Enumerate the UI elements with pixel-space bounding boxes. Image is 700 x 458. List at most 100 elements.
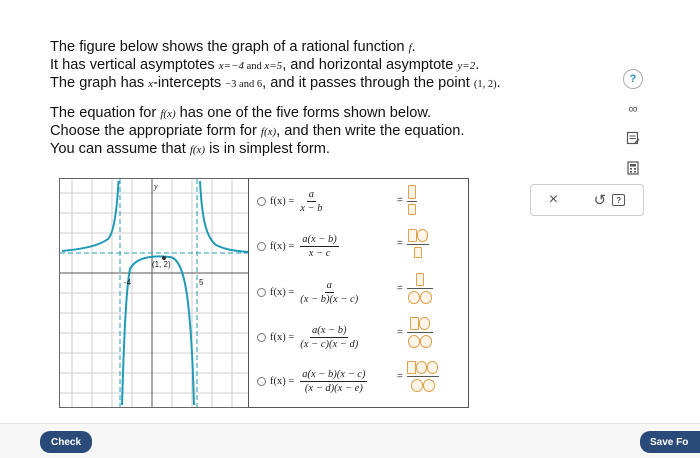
input-box[interactable] — [407, 361, 417, 374]
denominator: x − c — [308, 248, 331, 259]
option-4[interactable]: f(x) = a(x − b) (x − c)(x − d) — [257, 325, 358, 350]
option-2[interactable]: f(x) = a(x − b) x − c — [257, 234, 339, 259]
option-3[interactable]: f(x) = a (x − b)(x − c) — [257, 280, 358, 305]
question-line-5: Choose the appropriate form for f(x), an… — [50, 122, 464, 141]
numerator: a — [306, 189, 317, 202]
input-box[interactable] — [407, 185, 416, 199]
notepad-svg — [626, 131, 640, 145]
template-3[interactable]: = — [397, 273, 433, 304]
input-box[interactable] — [409, 317, 419, 330]
text: The graph has — [50, 75, 149, 91]
text: The equation for — [50, 105, 161, 121]
text: . — [475, 57, 480, 73]
check-button[interactable]: Check — [40, 431, 92, 453]
option-radio[interactable] — [257, 288, 266, 297]
denominator: (x − c)(x − d) — [300, 339, 359, 350]
notepad-icon[interactable] — [623, 128, 643, 148]
tick-label-neg4: -4 — [124, 278, 132, 287]
input-box[interactable] — [427, 361, 439, 374]
text: It has vertical asymptotes — [50, 57, 219, 73]
option-radio[interactable] — [257, 197, 266, 206]
text: , and horizontal asymptote — [282, 57, 458, 73]
text: -intercepts — [153, 75, 226, 91]
option-fraction: ax − b — [300, 189, 322, 214]
help-icon[interactable]: ? — [612, 194, 626, 206]
option-1[interactable]: f(x) = ax − b — [257, 189, 323, 214]
infinity-glyph: ∞ — [628, 100, 638, 116]
input-box[interactable] — [416, 361, 428, 374]
question-line-6: You can assume that f(x) is in simplest … — [50, 140, 330, 159]
math: x=5 — [264, 60, 283, 72]
input-box[interactable] — [410, 379, 423, 392]
option-radio[interactable] — [257, 377, 266, 386]
denominator: (x − d)(x − e) — [304, 383, 363, 394]
text: has one of the five forms shown below. — [175, 105, 432, 121]
question-line-2: It has vertical asymptotes x=−4 and x=5,… — [50, 56, 479, 76]
text: . — [496, 75, 501, 91]
option-lhs: f(x) = — [270, 287, 295, 298]
option-radio[interactable] — [257, 333, 266, 342]
text: You can assume that — [50, 141, 190, 157]
infinity-icon[interactable]: ∞ — [623, 98, 643, 118]
option-5[interactable]: f(x) = a(x − b)(x − c) (x − d)(x − e) — [257, 369, 368, 394]
tick-label-5: 5 — [199, 278, 204, 287]
denominator: x − b — [300, 203, 323, 214]
answer-toolbar: × ↺ ? — [530, 184, 644, 216]
input-box[interactable] — [407, 204, 416, 215]
question-icon[interactable]: ? — [623, 69, 643, 89]
input-box[interactable] — [419, 335, 432, 348]
text: . — [411, 39, 416, 55]
input-box[interactable] — [407, 335, 420, 348]
question-glyph: ? — [629, 73, 637, 85]
undo-icon[interactable]: ↺ — [594, 191, 607, 209]
question-card: The figure below shows the graph of a ra… — [0, 0, 700, 424]
calculator-icon[interactable] — [623, 158, 643, 178]
text: and — [243, 61, 265, 72]
template-2[interactable]: = — [397, 229, 429, 258]
grid — [60, 179, 248, 407]
curve-middle-branch — [121, 255, 195, 406]
option-lhs: f(x) = — [270, 332, 295, 343]
math: f(x) — [160, 108, 176, 120]
option-lhs: f(x) = — [270, 241, 295, 252]
input-box[interactable] — [419, 291, 432, 304]
option-fraction: a(x − b)(x − c) (x − d)(x − e) — [300, 369, 368, 394]
calculator-svg — [627, 161, 639, 175]
page: The figure below shows the graph of a ra… — [0, 0, 700, 458]
input-box[interactable] — [413, 247, 422, 258]
rational-function-graph: (1, 2) -4 5 y — [60, 179, 249, 407]
save-button[interactable]: Save Fo — [640, 431, 700, 453]
text: The figure below shows the graph of a ra… — [50, 39, 409, 55]
denominator: (x − b)(x − c) — [300, 294, 359, 305]
input-box[interactable] — [418, 317, 430, 330]
text: Choose the appropriate form for — [50, 123, 261, 139]
input-box[interactable] — [416, 229, 428, 242]
input-box[interactable] — [415, 273, 424, 286]
close-icon[interactable]: × — [549, 191, 558, 209]
math: y=2 — [457, 60, 476, 72]
input-box[interactable] — [422, 379, 435, 392]
math: (1, 2) — [473, 79, 497, 90]
template-5[interactable]: = — [397, 361, 439, 392]
text: is in simplest form. — [205, 141, 330, 157]
math: −3 and 6 — [225, 79, 263, 90]
question-line-3: The graph has x-intercepts −3 and 6, and… — [50, 74, 501, 94]
option-fraction: a (x − b)(x − c) — [300, 280, 358, 305]
question-line-4: The equation for f(x) has one of the fiv… — [50, 104, 431, 123]
input-box[interactable] — [407, 229, 417, 242]
math: f(x) — [260, 126, 277, 138]
option-lhs: f(x) = — [270, 376, 295, 387]
text: , and then write the equation. — [276, 123, 465, 139]
template-1[interactable]: = — [397, 185, 417, 215]
form-options-panel: f(x) = ax − b f(x) = a(x − b) x − c f(x) … — [248, 178, 469, 408]
numerator: a — [324, 280, 334, 293]
option-radio[interactable] — [257, 242, 266, 251]
y-axis-label: y — [153, 182, 158, 191]
input-box[interactable] — [407, 291, 420, 304]
curve-left-branch — [61, 180, 120, 252]
curve-right-branch — [199, 180, 249, 253]
math: f(x) — [189, 144, 206, 156]
template-4[interactable]: = — [397, 317, 433, 348]
option-fraction: a(x − b) x − c — [300, 234, 339, 259]
numerator: a(x − b)(x − c) — [300, 369, 368, 382]
